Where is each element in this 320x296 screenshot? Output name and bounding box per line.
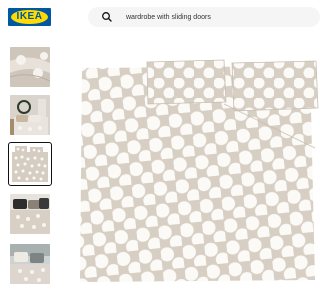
logo-text: IKEA (16, 11, 43, 22)
thumbnail-bed-dark-pillows[interactable] (10, 194, 50, 234)
logo-oval: IKEA (11, 10, 48, 24)
thumbnail-bed-patterned-cushions[interactable] (10, 244, 50, 284)
search-bar[interactable]: wardrobe with sliding doors (88, 7, 320, 27)
search-input[interactable]: wardrobe with sliding doors (126, 14, 211, 21)
main-product-image (74, 58, 320, 291)
ikea-logo[interactable]: IKEA (8, 8, 51, 26)
thumbnail-product-selected[interactable] (8, 142, 52, 186)
search-icon[interactable] (100, 10, 114, 24)
thumbnail-bedroom-wreath[interactable] (10, 95, 50, 135)
thumbnail-closeup-texture[interactable] (10, 47, 50, 87)
